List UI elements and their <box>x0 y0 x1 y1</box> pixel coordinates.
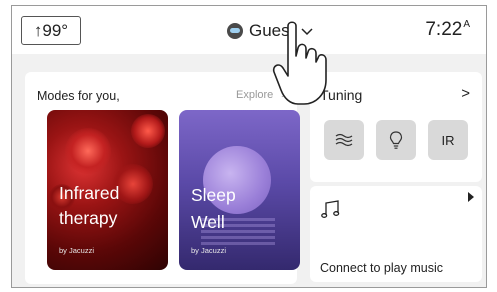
modes-panel: Modes for you, Explore > Infrared therap… <box>25 72 300 284</box>
tuning-arrow-icon[interactable]: > <box>461 85 470 102</box>
mode-name-line2: therapy <box>59 208 118 228</box>
mode-author: by Jacuzzi <box>191 246 227 255</box>
infrared-button-label: IR <box>441 132 455 148</box>
music-note-icon <box>321 200 340 218</box>
temperature-value: ↑99° <box>33 20 69 40</box>
chevron-down-icon <box>301 28 313 36</box>
explore-arrow-icon: > <box>281 89 288 101</box>
temperature-badge[interactable]: ↑99° <box>21 16 81 45</box>
waves-icon <box>335 133 353 147</box>
infrared-light-decoration <box>131 114 165 148</box>
clock-time: 7:22 <box>425 19 463 40</box>
mode-card-infrared-therapy[interactable]: Infrared therapy by Jacuzzi <box>47 110 168 270</box>
user-selector[interactable]: Guest <box>227 19 314 43</box>
explore-label: Explore <box>236 89 274 101</box>
infrared-button[interactable]: IR <box>428 120 468 160</box>
mode-name-line1: Sleep <box>191 185 236 205</box>
music-connect-label: Connect to play music <box>320 261 443 275</box>
infrared-light-decoration <box>65 128 111 174</box>
top-bar: ↑99° Guest 7:22A <box>12 6 486 54</box>
tuning-title: Tuning <box>320 87 363 103</box>
spa-control-screen: ↑99° Guest 7:22A Modes for you, Explore … <box>11 5 487 288</box>
mode-card-sleep-well[interactable]: Sleep Well by Jacuzzi <box>179 110 300 270</box>
mode-name-line1: Infrared <box>59 183 120 203</box>
music-panel[interactable]: Connect to play music <box>310 186 482 282</box>
mode-author: by Jacuzzi <box>59 246 95 255</box>
mode-name-line2: Well <box>191 212 225 232</box>
user-avatar-icon <box>227 23 243 39</box>
tuning-panel[interactable]: Tuning > IR <box>310 72 482 182</box>
clock: 7:22A <box>425 19 470 41</box>
explore-link[interactable]: Explore > <box>236 89 288 101</box>
modes-title: Modes for you, <box>37 89 120 103</box>
light-button[interactable] <box>376 120 416 160</box>
play-arrow-icon[interactable] <box>468 192 474 202</box>
jets-button[interactable] <box>324 120 364 160</box>
lightbulb-icon <box>389 131 403 149</box>
clock-suffix: A <box>463 19 470 30</box>
user-name: Guest <box>249 21 295 40</box>
